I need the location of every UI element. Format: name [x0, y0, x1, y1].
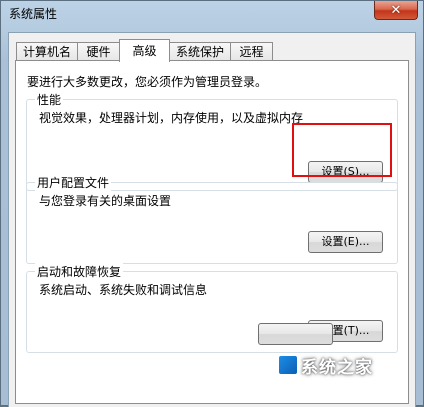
- tab-advanced[interactable]: 高级: [119, 39, 170, 62]
- tab-hardware[interactable]: 硬件: [77, 42, 120, 61]
- watermark-text: 系统之家: [301, 357, 373, 378]
- system-home-logo-icon: [277, 354, 299, 376]
- window-title: 系统属性: [9, 7, 58, 21]
- close-icon: ✕: [390, 2, 402, 18]
- performance-group-title: 性能: [35, 91, 64, 108]
- admin-notice: 要进行大多数更改，您必须作为管理员登录。: [27, 75, 268, 89]
- startup-recovery-group: 启动和故障恢复 系统启动、系统失败和调试信息 设置(T)...: [26, 263, 398, 353]
- tab-computer-name[interactable]: 计算机名: [16, 42, 78, 61]
- tab-remote[interactable]: 远程: [230, 42, 273, 61]
- watermark: 系统之家: [277, 350, 373, 380]
- user-profiles-group: 用户配置文件 与您登录有关的桌面设置 设置(E)...: [26, 174, 398, 264]
- tab-system-protection[interactable]: 系统保护: [169, 42, 231, 61]
- user-profiles-settings-button[interactable]: 设置(E)...: [308, 231, 383, 253]
- startup-recovery-group-title: 启动和故障恢复: [35, 263, 124, 280]
- performance-settings-button[interactable]: 设置(S)...: [308, 161, 383, 183]
- ok-button[interactable]: [258, 323, 333, 345]
- title-bar[interactable]: 系统属性 ✕: [1, 1, 423, 29]
- performance-group-description: 视觉效果，处理器计划，内存使用，以及虚拟内存: [39, 111, 304, 125]
- system-properties-window: 系统属性 ✕ 计算机名 硬件 高级 系统保护 远程 要进行大多数更改，您必须作为…: [0, 0, 424, 407]
- close-button[interactable]: ✕: [374, 1, 418, 20]
- user-profiles-group-description: 与您登录有关的桌面设置: [39, 194, 172, 208]
- user-profiles-group-title: 用户配置文件: [35, 174, 112, 191]
- startup-recovery-group-description: 系统启动、系统失败和调试信息: [39, 283, 208, 297]
